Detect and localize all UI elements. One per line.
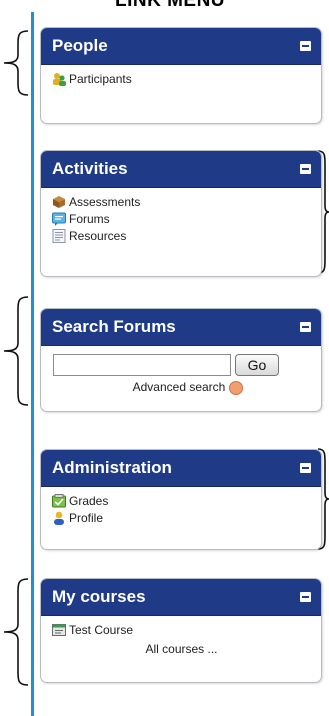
help-icon[interactable]: [229, 380, 244, 395]
assessments-link[interactable]: Assessments: [52, 194, 311, 210]
grades-icon: [52, 494, 66, 508]
course-icon: [52, 623, 66, 637]
assessments-label: Assessments: [69, 195, 141, 209]
left-brace-people: [3, 30, 29, 96]
assessments-icon: [52, 195, 66, 209]
collapse-icon[interactable]: [300, 592, 311, 602]
test-course-label: Test Course: [69, 623, 134, 637]
collapse-icon[interactable]: [300, 164, 311, 174]
activities-block-header: Activities: [41, 151, 321, 188]
profile-link[interactable]: Profile: [52, 510, 311, 526]
forums-icon: [52, 212, 66, 226]
people-block: People Participants: [40, 27, 322, 124]
forums-link[interactable]: Forums: [52, 211, 311, 227]
search-forums-block-title: Search Forums: [52, 317, 176, 336]
activities-block: Activities Assessments Forums Resources: [40, 150, 322, 277]
resources-link[interactable]: Resources: [52, 228, 311, 244]
collapse-icon[interactable]: [300, 322, 311, 332]
search-forums-block: Search Forums Go Advanced search: [40, 308, 322, 412]
resources-label: Resources: [69, 229, 127, 243]
test-course-link[interactable]: Test Course: [52, 622, 311, 638]
profile-icon: [52, 511, 66, 525]
search-forums-input[interactable]: [53, 354, 231, 376]
search-forums-block-header: Search Forums: [41, 309, 321, 346]
resources-icon: [52, 229, 66, 243]
page-heading: LINK MENU: [114, 0, 226, 11]
left-brace-courses: [3, 578, 29, 686]
left-brace-search: [3, 296, 29, 406]
participants-label: Participants: [69, 72, 132, 86]
people-block-title: People: [52, 36, 108, 55]
advanced-search-link[interactable]: Advanced search: [133, 380, 226, 394]
all-courses-link[interactable]: All courses ...: [52, 642, 311, 656]
my-courses-block-header: My courses: [41, 579, 321, 616]
collapse-icon[interactable]: [300, 463, 311, 473]
collapse-icon[interactable]: [300, 41, 311, 51]
participants-link[interactable]: Participants: [52, 71, 311, 87]
participants-icon: [52, 72, 66, 86]
forums-label: Forums: [69, 212, 110, 226]
people-block-header: People: [41, 28, 321, 65]
grades-label: Grades: [69, 494, 109, 508]
my-courses-block-title: My courses: [52, 587, 146, 606]
activities-block-title: Activities: [52, 159, 128, 178]
administration-block-title: Administration: [52, 458, 172, 477]
administration-block: Administration Grades Profile: [40, 449, 322, 550]
profile-label: Profile: [69, 511, 104, 525]
grades-link[interactable]: Grades: [52, 493, 311, 509]
my-courses-block: My courses Test Course All courses ...: [40, 578, 322, 683]
go-button[interactable]: Go: [235, 354, 279, 376]
administration-block-header: Administration: [41, 450, 321, 487]
